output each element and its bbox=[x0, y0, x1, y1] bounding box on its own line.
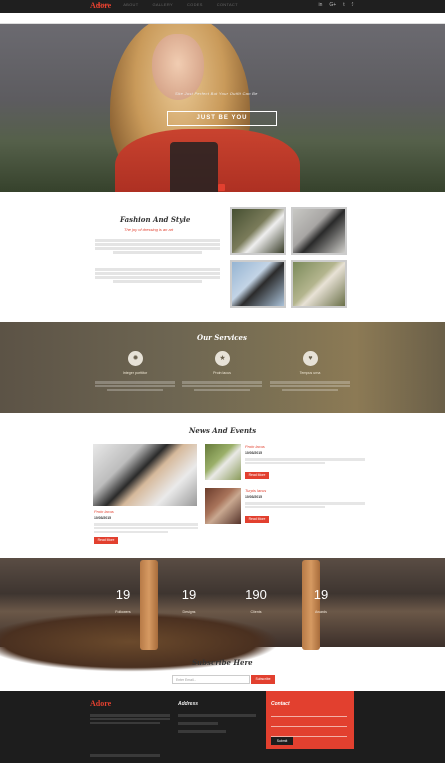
news-title: News And Events bbox=[189, 426, 257, 435]
news-item-date: 10/03/2015 bbox=[245, 451, 262, 455]
news-item-title[interactable]: Proin lacus bbox=[245, 444, 265, 449]
fashion-paragraph-1 bbox=[95, 238, 220, 255]
gallery-thumb-4[interactable] bbox=[291, 260, 347, 308]
service-text bbox=[95, 380, 175, 392]
stat-label: Awards bbox=[315, 610, 327, 614]
nav-item-about[interactable]: ABOUT bbox=[123, 2, 138, 7]
heart-icon: ♥ bbox=[303, 351, 318, 366]
news-item-date: 10/03/2015 bbox=[94, 516, 111, 520]
copyright-text bbox=[90, 754, 160, 757]
stat-value: 19 bbox=[181, 587, 197, 602]
gallery-thumb-2[interactable] bbox=[291, 207, 347, 255]
footer-about-text bbox=[90, 713, 170, 725]
stat-label: Designs bbox=[182, 610, 196, 614]
stat-label: Clients bbox=[250, 610, 262, 614]
read-more-button[interactable]: Read More bbox=[245, 472, 269, 479]
news-item-image[interactable] bbox=[205, 444, 241, 480]
contact-email-field[interactable] bbox=[271, 720, 347, 727]
gallery-thumb-3[interactable] bbox=[230, 260, 286, 308]
footer-phone-line bbox=[178, 722, 218, 725]
service-title: Integer porttitor bbox=[122, 371, 148, 375]
subscribe-title: Subscribe Here bbox=[192, 658, 253, 667]
footer-address-line bbox=[178, 714, 256, 717]
hero-image-necklace bbox=[170, 142, 218, 192]
stat-value: 190 bbox=[245, 587, 267, 602]
fashion-subtitle: The joy of dressing is an art bbox=[124, 227, 174, 232]
stat-value: 19 bbox=[115, 587, 131, 602]
footer-address-title: Address bbox=[178, 701, 199, 707]
news-item-image[interactable] bbox=[205, 488, 241, 524]
news-item-text bbox=[94, 522, 198, 534]
service-title: Proin lacus bbox=[213, 371, 231, 375]
fashion-paragraph-2 bbox=[95, 267, 220, 284]
main-nav: HOME ABOUT GALLERY CODES CONTACT bbox=[96, 2, 238, 7]
bag-strap bbox=[302, 560, 320, 650]
google-plus-icon[interactable]: G+ bbox=[329, 2, 336, 8]
nav-item-contact[interactable]: CONTACT bbox=[217, 2, 238, 7]
subscribe-email-input[interactable]: Enter Email... bbox=[172, 675, 250, 684]
read-more-button[interactable]: Read More bbox=[245, 516, 269, 523]
footer bbox=[0, 691, 445, 763]
service-text bbox=[270, 380, 350, 392]
nav-item-home[interactable]: HOME bbox=[96, 2, 109, 7]
subscribe-button[interactable]: Subscribe bbox=[251, 675, 275, 684]
contact-submit-button[interactable]: Submit bbox=[271, 737, 293, 745]
contact-message-field[interactable] bbox=[271, 730, 347, 737]
footer-contact-title: Contact bbox=[271, 701, 290, 707]
news-item-date: 10/03/2015 bbox=[245, 495, 262, 499]
gear-icon: ✹ bbox=[128, 351, 143, 366]
news-item-title[interactable]: Proin lacus bbox=[94, 509, 114, 514]
service-text bbox=[182, 380, 262, 392]
hero-banner bbox=[0, 24, 445, 192]
stat-value: 19 bbox=[313, 587, 329, 602]
news-item-text bbox=[245, 457, 365, 466]
footer-email-line bbox=[178, 730, 226, 733]
news-item-title[interactable]: Turpis lacus bbox=[245, 488, 266, 493]
linkedin-icon[interactable]: in bbox=[319, 2, 323, 8]
hero-button[interactable]: JUST BE YOU bbox=[167, 111, 277, 126]
nav-item-codes[interactable]: CODES bbox=[187, 2, 203, 7]
stat-label: Followers bbox=[115, 610, 131, 614]
star-icon: ★ bbox=[215, 351, 230, 366]
search-icon[interactable]: ⌕ bbox=[351, 1, 355, 9]
footer-brand[interactable]: Adore bbox=[90, 699, 111, 708]
fashion-title: Fashion And Style bbox=[120, 215, 191, 224]
news-item-text bbox=[245, 501, 365, 510]
hero-tagline: Site Just Perfect But Your Outfit Can Be bbox=[175, 91, 258, 96]
nav-bar bbox=[0, 13, 445, 24]
contact-name-field[interactable] bbox=[271, 710, 347, 717]
gallery-thumb-1[interactable] bbox=[230, 207, 286, 255]
social-links: in G+ t f bbox=[319, 2, 354, 8]
twitter-icon[interactable]: t bbox=[343, 2, 344, 8]
news-main-image[interactable] bbox=[93, 444, 197, 506]
nav-item-gallery[interactable]: GALLERY bbox=[152, 2, 172, 7]
bag-strap bbox=[140, 560, 158, 650]
services-title: Our Services bbox=[197, 333, 247, 342]
read-more-button[interactable]: Read More bbox=[94, 537, 118, 544]
slider-dot[interactable] bbox=[218, 184, 225, 191]
service-title: Tempus urna bbox=[299, 371, 321, 375]
